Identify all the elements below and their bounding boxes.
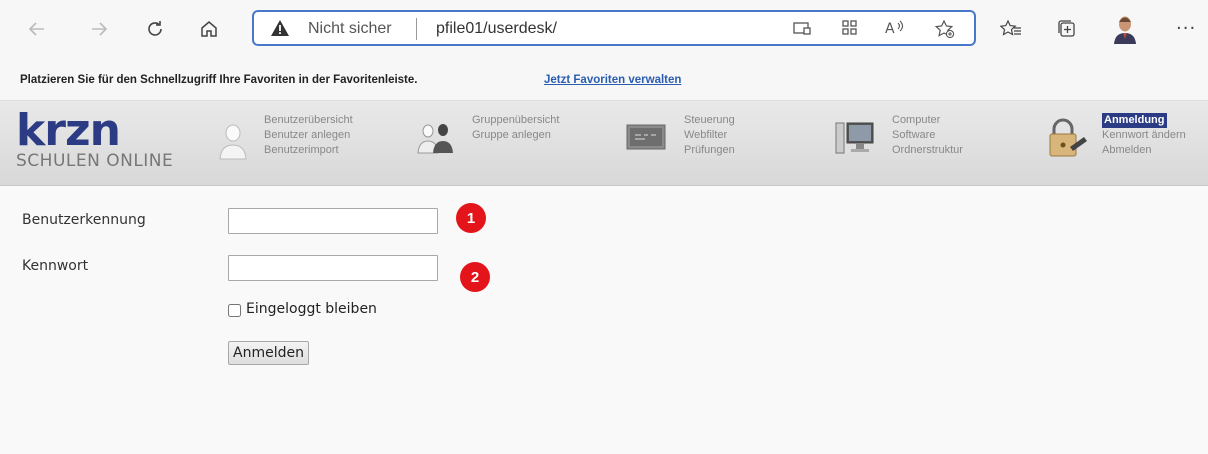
reload-icon[interactable] [142, 16, 168, 42]
read-aloud-icon[interactable]: A [884, 19, 906, 41]
address-bar[interactable]: Nicht sicher pfile01/userdesk/ A [252, 10, 976, 46]
nav-computer[interactable]: Computer [892, 113, 963, 128]
padlock-key-icon [1046, 117, 1090, 163]
nav-benutzeruebersicht[interactable]: Benutzerübersicht [264, 113, 353, 128]
favorites-bar: Platzieren Sie für den Schnellzugriff Ih… [0, 64, 1208, 101]
marker-2: 2 [460, 262, 490, 292]
logo[interactable]: krzn SCHULEN ONLINE [16, 105, 174, 172]
svg-text:A: A [885, 21, 895, 37]
app-header: krzn SCHULEN ONLINE Benutzerübersicht Be… [0, 101, 1208, 186]
nav-webfilter[interactable]: Webfilter [684, 128, 735, 143]
logo-main: krzn [16, 105, 121, 156]
username-input[interactable] [228, 208, 438, 234]
login-button[interactable]: Anmelden [228, 341, 309, 365]
collections-icon[interactable] [1054, 16, 1080, 42]
username-label: Benutzerkennung [22, 212, 146, 228]
app-grid-icon[interactable] [840, 19, 860, 41]
favorites-bar-message: Platzieren Sie für den Schnellzugriff Ih… [20, 74, 418, 86]
manage-favorites-link[interactable]: Jetzt Favoriten verwalten [544, 74, 681, 86]
forward-icon[interactable] [86, 16, 112, 42]
security-label[interactable]: Nicht sicher [308, 20, 392, 38]
nav-steuerung[interactable]: Steuerung [684, 113, 735, 128]
nav-ordnerstruktur[interactable]: Ordnerstruktur [892, 143, 963, 158]
browser-toolbar: Nicht sicher pfile01/userdesk/ A ··· [0, 0, 1208, 64]
marker-1: 1 [456, 203, 486, 233]
nav-gruppenuebersicht[interactable]: Gruppenübersicht [472, 113, 559, 128]
nav-gruppe-anlegen[interactable]: Gruppe anlegen [472, 128, 559, 143]
nav-anmeldung[interactable]: Anmeldung [1102, 113, 1167, 128]
logo-sub: SCHULEN ONLINE [16, 151, 174, 171]
warning-icon[interactable] [270, 19, 290, 41]
password-label: Kennwort [22, 258, 89, 274]
remember-label[interactable]: Eingeloggt bleiben [246, 301, 377, 317]
nav-benutzer-anlegen[interactable]: Benutzer anlegen [264, 128, 353, 143]
password-input[interactable] [228, 255, 438, 281]
remember-checkbox[interactable] [228, 304, 241, 317]
address-separator [416, 18, 417, 40]
reader-view-icon[interactable] [792, 19, 812, 41]
back-icon[interactable] [24, 16, 50, 42]
group-icon [416, 121, 456, 159]
url-text[interactable]: pfile01/userdesk/ [436, 20, 557, 38]
nav-abmelden[interactable]: Abmelden [1102, 143, 1186, 158]
user-icon [216, 121, 250, 165]
more-menu-icon[interactable]: ··· [1176, 18, 1196, 39]
computer-icon [834, 119, 876, 161]
nav-software[interactable]: Software [892, 128, 963, 143]
blackboard-icon [626, 123, 666, 157]
add-favorite-icon[interactable] [934, 19, 956, 43]
nav-benutzerimport[interactable]: Benutzerimport [264, 143, 353, 158]
profile-avatar[interactable] [1112, 14, 1138, 44]
nav-kennwort-aendern[interactable]: Kennwort ändern [1102, 128, 1186, 143]
favorites-icon[interactable] [998, 16, 1024, 42]
home-icon[interactable] [196, 16, 222, 42]
nav-pruefungen[interactable]: Prüfungen [684, 143, 735, 158]
